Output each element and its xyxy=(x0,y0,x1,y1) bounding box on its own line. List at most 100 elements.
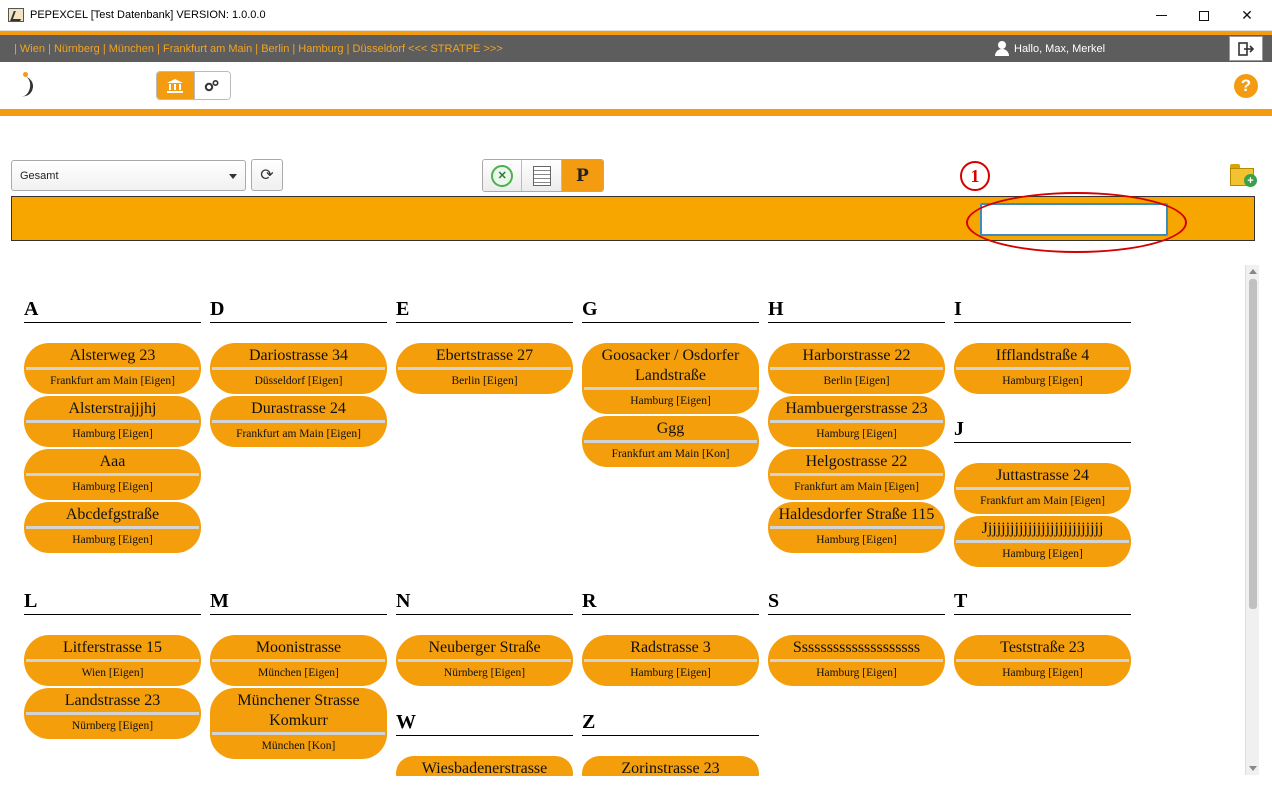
address-card[interactable]: Jjjjjjjjjjjjjjjjjjjjjjjjjjj Hamburg [Eige… xyxy=(954,516,1131,567)
close-button[interactable]: ✕ xyxy=(1224,0,1270,31)
help-button[interactable]: ? xyxy=(1234,74,1258,98)
address-location: München [Eigen] xyxy=(258,667,339,679)
address-card[interactable]: Litferstrasse 15 Wien [Eigen] xyxy=(24,635,201,686)
letter-group-w: W Wiesbadenerstrasse xyxy=(396,709,573,776)
card-list: Ifflandstraße 4 Hamburg [Eigen] xyxy=(954,343,1131,394)
address-name: Ggg xyxy=(656,420,685,437)
group-select[interactable]: Gesamt xyxy=(11,160,246,191)
address-location: Hamburg [Eigen] xyxy=(72,534,153,546)
letter-heading: W xyxy=(396,709,573,736)
address-name: Moonistrasse xyxy=(255,639,342,656)
address-card[interactable]: Haldesdorfer Straße 115 Hamburg [Eigen] xyxy=(768,502,945,553)
address-card[interactable]: Ggg Frankfurt am Main [Kon] xyxy=(582,416,759,467)
address-name: Jjjjjjjjjjjjjjjjjjjjjjjjjjj xyxy=(981,520,1104,537)
group-select-value: Gesamt xyxy=(20,170,59,182)
address-card[interactable]: Moonistrasse München [Eigen] xyxy=(210,635,387,686)
address-card[interactable]: Alsterstrajjjhj Hamburg [Eigen] xyxy=(24,396,201,447)
window-title-bar: PEPEXCEL [Test Datenbank] VERSION: 1.0.0… xyxy=(0,0,1272,31)
card-list: Ebertstrasse 27 Berlin [Eigen] xyxy=(396,343,573,394)
refresh-icon: ⟳ xyxy=(260,167,274,184)
address-name: Harborstrasse 22 xyxy=(802,347,911,364)
address-card[interactable]: Alsterweg 23 Frankfurt am Main [Eigen] xyxy=(24,343,201,394)
address-name: Litferstrasse 15 xyxy=(62,639,163,656)
settings-mode-button[interactable] xyxy=(193,72,230,99)
letter-group-r: R Radstrasse 3 Hamburg [Eigen] xyxy=(582,588,759,688)
letter-heading: I xyxy=(954,296,1131,323)
address-card[interactable]: Ifflandstraße 4 Hamburg [Eigen] xyxy=(954,343,1131,394)
address-card[interactable]: Ebertstrasse 27 Berlin [Eigen] xyxy=(396,343,573,394)
search-input[interactable] xyxy=(980,203,1168,236)
mode-toggle xyxy=(156,71,231,100)
view-toggle: ✕ P xyxy=(482,159,604,192)
address-name: Münchener Strasse Komkurr xyxy=(237,692,360,729)
address-location: Frankfurt am Main [Kon] xyxy=(611,448,730,460)
address-location: Hamburg [Eigen] xyxy=(1002,667,1083,679)
scroll-down-icon[interactable] xyxy=(1249,766,1257,771)
letter-heading: D xyxy=(210,296,387,323)
address-card[interactable]: Helgostrasse 22 Frankfurt am Main [Eigen] xyxy=(768,449,945,500)
list-view-button[interactable] xyxy=(522,160,562,191)
accent-bar xyxy=(0,109,1272,116)
address-card[interactable]: Abcdefgstraße Hamburg [Eigen] xyxy=(24,502,201,553)
letter-heading: M xyxy=(210,588,387,615)
address-location: Hamburg [Eigen] xyxy=(72,481,153,493)
address-card[interactable]: Landstrasse 23 Nürnberg [Eigen] xyxy=(24,688,201,739)
address-name: Zorinstrasse 23 xyxy=(621,760,720,776)
refresh-button[interactable]: ⟳ xyxy=(251,159,283,191)
logout-button[interactable] xyxy=(1229,36,1263,61)
address-card[interactable]: Aaa Hamburg [Eigen] xyxy=(24,449,201,500)
address-card[interactable]: Hambuergerstrasse 23 Hamburg [Eigen] xyxy=(768,396,945,447)
address-card[interactable]: Harborstrasse 22 Berlin [Eigen] xyxy=(768,343,945,394)
letter-heading: R xyxy=(582,588,759,615)
user-icon xyxy=(994,41,1010,56)
address-name: Radstrasse 3 xyxy=(630,639,711,656)
address-name: Landstrasse 23 xyxy=(64,692,161,709)
scroll-up-icon[interactable] xyxy=(1249,269,1257,274)
address-location: Nürnberg [Eigen] xyxy=(443,667,526,679)
vertical-scrollbar[interactable] xyxy=(1245,265,1259,775)
address-location: Hamburg [Eigen] xyxy=(816,534,897,546)
address-card[interactable]: Teststraße 23 Hamburg [Eigen] xyxy=(954,635,1131,686)
list-icon xyxy=(532,165,551,186)
address-card[interactable]: Dariostrasse 34 Düsseldorf [Eigen] xyxy=(210,343,387,394)
card-list: Juttastrasse 24 Frankfurt am Main [Eigen]… xyxy=(954,463,1131,567)
address-name: Ebertstrasse 27 xyxy=(435,347,534,364)
minimize-button[interactable] xyxy=(1138,0,1184,31)
address-location: Hamburg [Eigen] xyxy=(816,667,897,679)
address-name: Hambuergerstrasse 23 xyxy=(785,400,928,417)
address-card[interactable]: Juttastrasse 24 Frankfurt am Main [Eigen] xyxy=(954,463,1131,514)
logout-icon xyxy=(1238,41,1254,56)
address-name: Aaa xyxy=(99,453,126,470)
scroll-thumb[interactable] xyxy=(1249,279,1257,609)
maximize-button[interactable] xyxy=(1181,0,1227,31)
letter-heading: L xyxy=(24,588,201,615)
letter-group-h: H Harborstrasse 22 Berlin [Eigen] Hambuerge… xyxy=(768,296,945,555)
address-card[interactable]: Goosacker / Osdorfer Landstraße Hamburg [… xyxy=(582,343,759,414)
letter-group-a: A Alsterweg 23 Frankfurt am Main [Eigen] Al… xyxy=(24,296,201,555)
card-list: Neuberger Straße Nürnberg [Eigen] xyxy=(396,635,573,686)
address-location: Frankfurt am Main [Eigen] xyxy=(50,375,175,387)
chevron-down-icon xyxy=(229,174,237,179)
address-name: Teststraße 23 xyxy=(1000,639,1085,656)
user-greeting: Hallo, Max, Merkel xyxy=(994,41,1105,56)
bank-mode-button[interactable] xyxy=(157,72,194,99)
address-name: Juttastrasse 24 xyxy=(996,467,1089,484)
address-name: Goosacker / Osdorfer Landstraße xyxy=(601,347,740,384)
letter-heading: G xyxy=(582,296,759,323)
card-list: Moonistrasse München [Eigen] Münchener Str… xyxy=(210,635,387,759)
p-view-button[interactable]: P xyxy=(561,160,603,191)
address-card[interactable]: Radstrasse 3 Hamburg [Eigen] xyxy=(582,635,759,686)
card-list: Zorinstrasse 23 xyxy=(582,756,759,776)
address-card[interactable]: Zorinstrasse 23 xyxy=(582,756,759,776)
address-card[interactable]: Durastrasse 24 Frankfurt am Main [Eigen] xyxy=(210,396,387,447)
address-card[interactable]: Ssssssssssssssssssss Hamburg [Eigen] xyxy=(768,635,945,686)
address-card[interactable]: Neuberger Straße Nürnberg [Eigen] xyxy=(396,635,573,686)
minimize-icon xyxy=(1155,15,1167,16)
address-name: Durastrasse 24 xyxy=(251,400,346,417)
address-location: Hamburg [Eigen] xyxy=(630,667,711,679)
address-grid: A Alsterweg 23 Frankfurt am Main [Eigen] Al… xyxy=(11,253,1245,776)
excel-view-button[interactable]: ✕ xyxy=(483,160,523,191)
address-card[interactable]: Münchener Strasse Komkurr München [Kon] xyxy=(210,688,387,759)
address-location: Wien [Eigen] xyxy=(81,667,144,679)
address-card[interactable]: Wiesbadenerstrasse xyxy=(396,756,573,776)
